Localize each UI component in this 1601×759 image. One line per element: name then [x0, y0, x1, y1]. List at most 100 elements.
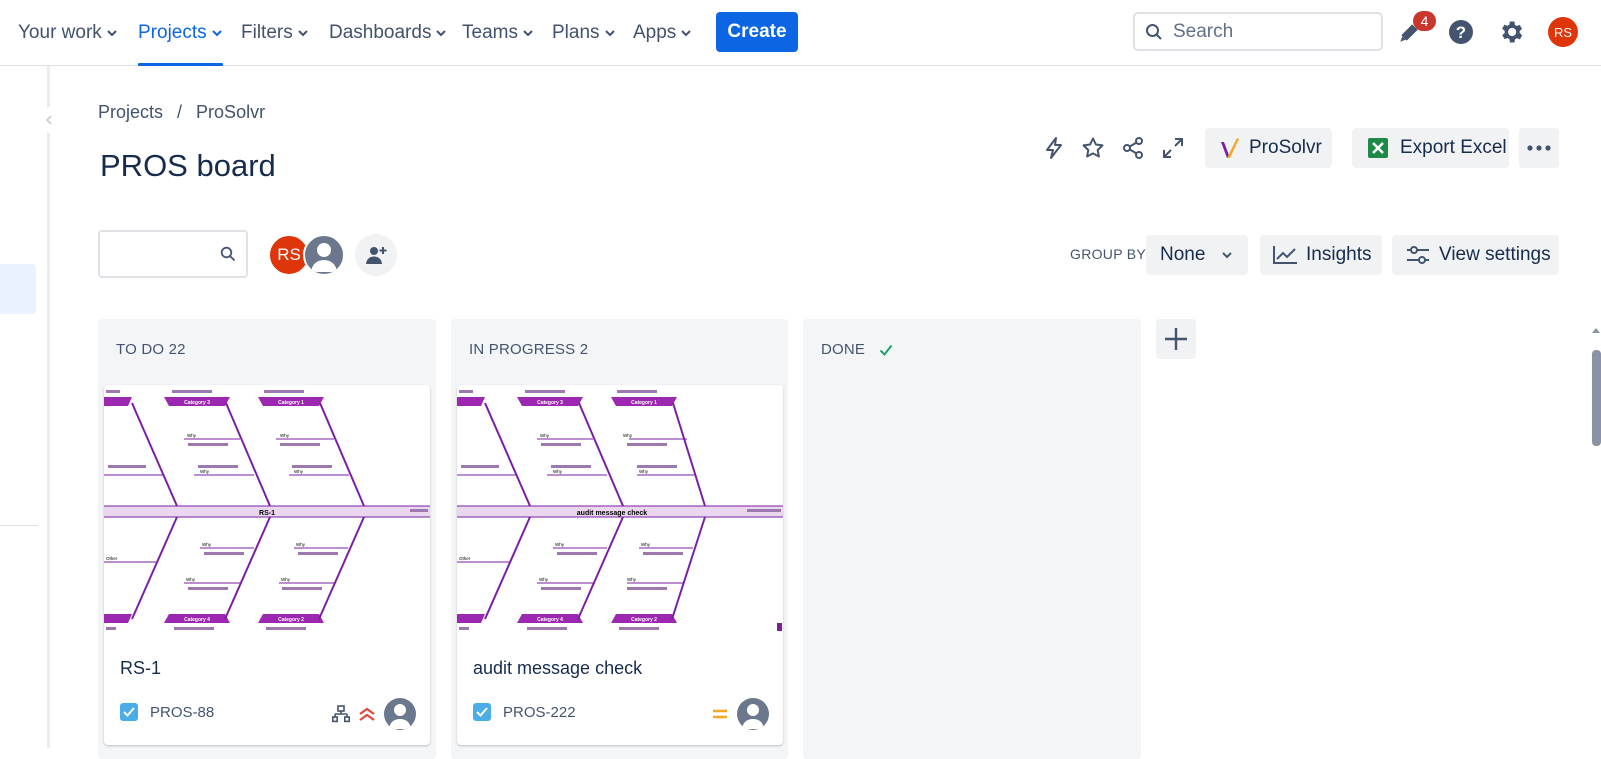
- card-meta: [332, 698, 416, 730]
- expand-icon: [1163, 138, 1183, 158]
- nav-your-work-label: Your work: [18, 22, 102, 43]
- group-by-value: None: [1160, 244, 1206, 265]
- plus-icon: [1165, 328, 1187, 350]
- prosolvr-logo-icon: [1221, 138, 1239, 158]
- fishbone-why-label: Why: [294, 469, 304, 474]
- add-person-icon: [366, 247, 387, 264]
- fishbone-category-label: Category 1: [631, 400, 657, 406]
- fishbone-why-label: Why: [186, 577, 196, 582]
- person-icon: [389, 704, 411, 729]
- breadcrumb: Projects / ProSolvr: [98, 102, 265, 123]
- fishbone-why-label: Why: [553, 469, 563, 474]
- board-search-input[interactable]: [106, 240, 216, 268]
- board-search-field[interactable]: [98, 230, 248, 278]
- issue-card[interactable]: audit message check Category 3 Category …: [457, 385, 783, 745]
- create-button[interactable]: Create: [716, 12, 798, 52]
- user-avatar[interactable]: RS: [1548, 17, 1578, 47]
- chevron-down-icon: [211, 30, 222, 37]
- automation-button[interactable]: [1038, 132, 1070, 164]
- chevron-down-icon: [604, 30, 615, 37]
- export-excel-label: Export Excel: [1400, 137, 1507, 158]
- nav-filters[interactable]: Filters: [241, 0, 309, 66]
- check-icon: [123, 707, 135, 717]
- fishbone-category-label: Category 2: [631, 617, 657, 623]
- nav-apps[interactable]: Apps: [633, 0, 692, 66]
- chart-trend-icon: [1273, 246, 1297, 264]
- prosolvr-button[interactable]: ProSolvr: [1205, 128, 1332, 168]
- scroll-up-arrow-icon: [1592, 328, 1600, 333]
- card-summary: RS-1: [120, 658, 162, 678]
- fishbone-image: RS-1 Category 3 Category 1 Category 4 Ca…: [104, 390, 430, 630]
- issue-key[interactable]: PROS-222: [503, 704, 576, 721]
- assignee-avatar[interactable]: [384, 698, 416, 730]
- fishbone-category-label: Category 3: [184, 400, 210, 406]
- chevron-left-icon: [45, 115, 52, 125]
- chevron-down-icon: [681, 30, 692, 37]
- settings-button[interactable]: [1495, 16, 1527, 48]
- issue-card[interactable]: RS-1 Category 3 Category 1 Category 4 Ca…: [104, 385, 430, 745]
- sliders-icon: [1407, 246, 1429, 264]
- add-column-button[interactable]: [1156, 319, 1196, 359]
- fishbone-diagram: RS-1 Category 3 Category 1 Category 4 Ca…: [104, 385, 430, 635]
- fishbone-why-label: Why: [623, 433, 633, 438]
- help-button[interactable]: ?: [1445, 16, 1477, 48]
- task-type-icon: [120, 703, 138, 721]
- notification-badge: 4: [1413, 11, 1436, 31]
- fishbone-why-label: Why: [200, 469, 210, 474]
- column-header: TO DO 22: [116, 341, 186, 358]
- star-button[interactable]: [1077, 132, 1109, 164]
- gear-icon: [1502, 21, 1523, 43]
- chevron-down-icon: [1222, 252, 1233, 259]
- nav-projects[interactable]: Projects: [138, 0, 223, 66]
- sidebar-selected-item[interactable]: [0, 264, 36, 314]
- help-icon: ?: [1449, 20, 1473, 44]
- chevron-down-icon: [436, 30, 447, 37]
- search-input[interactable]: [1173, 20, 1363, 43]
- global-search[interactable]: [1133, 12, 1383, 51]
- add-people-button[interactable]: [355, 234, 397, 276]
- more-actions-button[interactable]: [1519, 128, 1559, 168]
- group-by-label: GROUP BY: [1070, 246, 1147, 262]
- card-summary: audit message check: [473, 658, 643, 678]
- svg-text:?: ?: [1456, 23, 1466, 42]
- nav-your-work[interactable]: Your work: [18, 0, 118, 66]
- more-horizontal-icon: [1527, 145, 1551, 151]
- column-title: DONE: [821, 341, 866, 358]
- insights-button[interactable]: Insights: [1260, 235, 1382, 275]
- lightning-icon: [1046, 137, 1062, 159]
- expand-sidebar-button[interactable]: [36, 107, 62, 133]
- nav-teams-label: Teams: [462, 22, 518, 43]
- star-icon: [1082, 137, 1104, 158]
- fishbone-why-label: Why: [280, 433, 290, 438]
- share-icon: [1123, 137, 1143, 159]
- sidebar-border: [47, 66, 50, 748]
- column-header: IN PROGRESS 2: [469, 341, 588, 358]
- breadcrumb-prosolvr[interactable]: ProSolvr: [196, 102, 265, 123]
- fishbone-other-label: Other: [459, 556, 471, 561]
- fishbone-why-label: Why: [539, 577, 549, 582]
- share-button[interactable]: [1117, 132, 1149, 164]
- nav-plans[interactable]: Plans: [552, 0, 616, 66]
- card-meta: [711, 698, 769, 730]
- group-by-select[interactable]: None: [1146, 235, 1248, 275]
- fishbone-center-label: RS-1: [259, 510, 275, 517]
- nav-dashboards[interactable]: Dashboards: [329, 0, 447, 66]
- nav-plans-label: Plans: [552, 22, 600, 43]
- fishbone-other-label: Other: [106, 556, 118, 561]
- view-settings-button[interactable]: View settings: [1392, 235, 1559, 275]
- fullscreen-button[interactable]: [1157, 132, 1189, 164]
- nav-dashboards-label: Dashboards: [329, 22, 432, 43]
- nav-teams[interactable]: Teams: [462, 0, 534, 66]
- issue-key[interactable]: PROS-88: [150, 704, 214, 721]
- fishbone-category-label: Category 3: [537, 400, 563, 406]
- export-excel-button[interactable]: Export Excel: [1352, 128, 1509, 168]
- fishbone-why-label: Why: [202, 542, 212, 547]
- fishbone-why-label: Why: [555, 542, 565, 547]
- filter-avatar-unassigned[interactable]: [303, 234, 345, 276]
- breadcrumb-projects[interactable]: Projects: [98, 102, 163, 123]
- person-icon: [742, 704, 764, 729]
- priority-medium-icon: [713, 709, 727, 719]
- search-icon: [220, 246, 236, 262]
- assignee-avatar[interactable]: [737, 698, 769, 730]
- scrollbar-thumb[interactable]: [1592, 350, 1601, 446]
